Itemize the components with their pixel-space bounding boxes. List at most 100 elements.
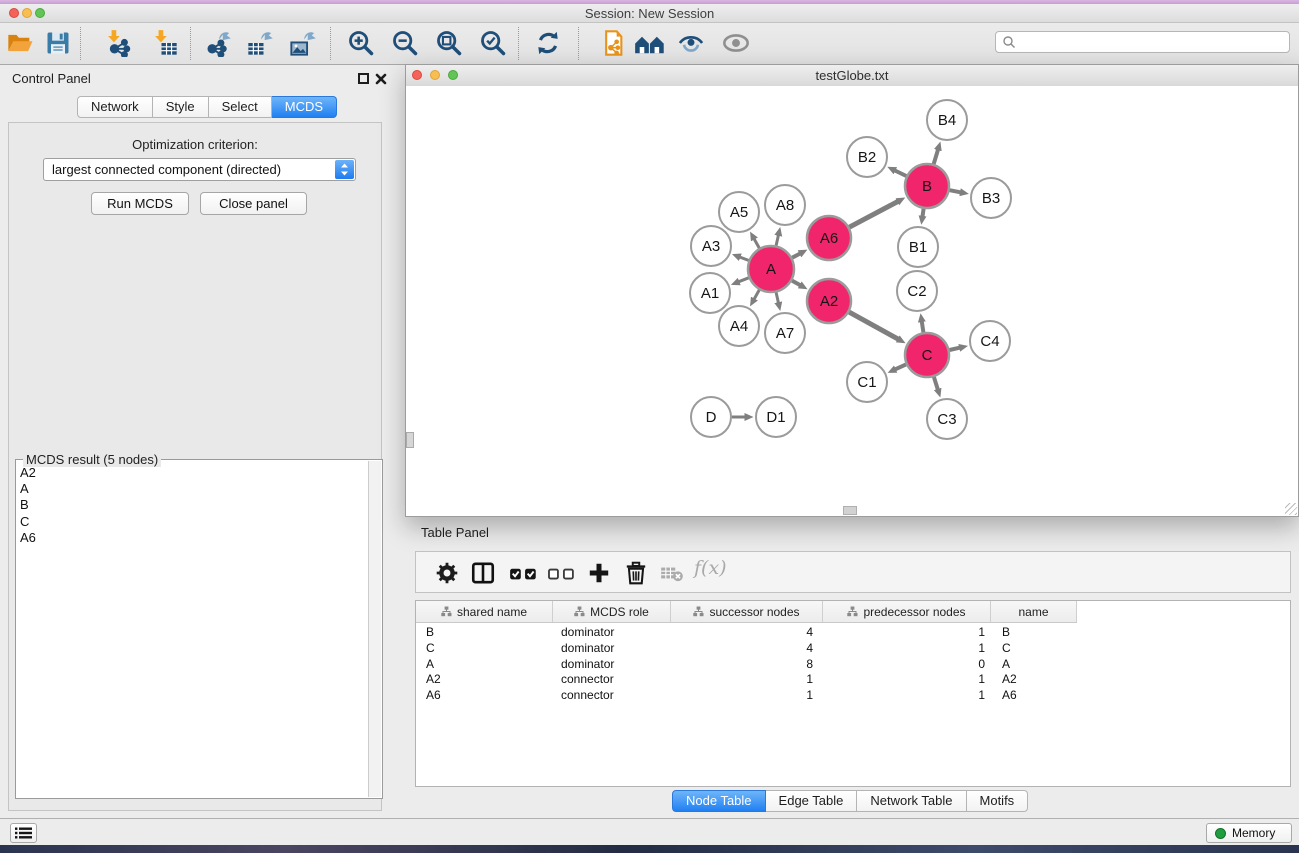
zoom-fit-icon[interactable] — [435, 29, 463, 57]
graph-node-A[interactable]: A — [748, 246, 794, 292]
status-menu-button[interactable] — [10, 823, 37, 843]
result-item[interactable]: A — [20, 481, 366, 497]
graph-node-B[interactable]: B — [905, 164, 949, 208]
graph-node-A1[interactable]: A1 — [690, 273, 730, 313]
graph-node-A7[interactable]: A7 — [765, 313, 805, 353]
graph-node-D[interactable]: D — [691, 397, 731, 437]
tab-select[interactable]: Select — [209, 96, 272, 118]
save-floppy-icon[interactable] — [44, 29, 72, 57]
graph-node-A8[interactable]: A8 — [765, 185, 805, 225]
edge-C-C4[interactable] — [950, 348, 960, 350]
export-network-icon[interactable] — [204, 29, 232, 57]
table-row[interactable]: Bdominator41B — [416, 625, 1290, 641]
edge-C-C3[interactable] — [934, 377, 938, 389]
tab-style[interactable]: Style — [153, 96, 209, 118]
graph-node-C3[interactable]: C3 — [927, 399, 967, 439]
document-network-icon[interactable] — [598, 29, 626, 57]
edge-A-A5[interactable] — [754, 239, 759, 248]
edge-B-B4[interactable] — [934, 150, 938, 164]
edge-B-B1[interactable] — [923, 209, 924, 217]
left-scrollbar-nub[interactable] — [406, 432, 414, 448]
memory-button[interactable]: Memory — [1206, 823, 1292, 843]
export-image-icon[interactable] — [289, 29, 317, 57]
plus-icon[interactable] — [586, 560, 612, 586]
table-row[interactable]: A2connector11A2 — [416, 672, 1290, 688]
edge-A-A2[interactable] — [792, 281, 800, 286]
edge-A-A1[interactable] — [739, 278, 749, 282]
graph-node-C[interactable]: C — [905, 333, 949, 377]
bottom-scrollbar-nub[interactable] — [843, 506, 857, 515]
column-header-name[interactable]: name — [991, 601, 1077, 622]
tab-mcds[interactable]: MCDS — [272, 96, 337, 118]
edge-A2-C[interactable] — [849, 312, 898, 339]
eye-icon[interactable] — [722, 29, 750, 57]
gear-icon[interactable] — [434, 560, 460, 586]
edge-A-A3[interactable] — [740, 257, 749, 260]
edge-A-A8[interactable] — [776, 235, 778, 245]
checked-pair-icon[interactable] — [508, 560, 540, 586]
select-spinner-icon[interactable] — [335, 160, 354, 179]
criterion-select[interactable]: largest connected component (directed) — [43, 158, 356, 181]
tab-motifs[interactable]: Motifs — [967, 790, 1029, 812]
result-item[interactable]: A2 — [20, 465, 366, 481]
graph-node-B3[interactable]: B3 — [971, 178, 1011, 218]
result-scrollbar[interactable] — [368, 461, 381, 797]
graph-node-C2[interactable]: C2 — [897, 271, 937, 311]
edge-B-B2[interactable] — [895, 171, 906, 177]
import-network-icon[interactable] — [104, 29, 132, 57]
toolbar-separator — [578, 27, 579, 60]
graph-node-C1[interactable]: C1 — [847, 362, 887, 402]
result-item[interactable]: C — [20, 514, 366, 530]
edge-A6-B[interactable] — [849, 202, 898, 228]
close-panel-button[interactable]: Close panel — [200, 192, 307, 215]
column-header-predecessor-nodes[interactable]: predecessor nodes — [823, 601, 991, 622]
float-panel-icon[interactable] — [358, 73, 369, 84]
zoom-selected-icon[interactable] — [479, 29, 507, 57]
table-row[interactable]: Adominator80A — [416, 657, 1290, 673]
zoom-in-icon[interactable] — [347, 29, 375, 57]
resize-grip[interactable] — [1285, 503, 1297, 515]
column-header-MCDS-role[interactable]: MCDS role — [553, 601, 671, 622]
table-row[interactable]: Cdominator41C — [416, 641, 1290, 657]
graph-node-A4[interactable]: A4 — [719, 306, 759, 346]
graph-node-B2[interactable]: B2 — [847, 137, 887, 177]
import-table-icon[interactable] — [151, 29, 179, 57]
graph-node-A6[interactable]: A6 — [807, 216, 851, 260]
table-row[interactable]: A6connector11A6 — [416, 688, 1290, 704]
graph-node-B4[interactable]: B4 — [927, 100, 967, 140]
column-header-shared-name[interactable]: shared name — [416, 601, 553, 622]
result-item[interactable]: B — [20, 497, 366, 513]
result-item[interactable]: A6 — [20, 530, 366, 546]
unchecked-pair-icon[interactable] — [546, 560, 578, 586]
eye-wave-icon[interactable] — [677, 29, 705, 57]
edge-A-A7[interactable] — [776, 292, 778, 302]
column-header-successor-nodes[interactable]: successor nodes — [671, 601, 823, 622]
node-label: D1 — [766, 409, 785, 426]
columns-icon[interactable] — [470, 560, 496, 586]
export-table-icon[interactable] — [246, 29, 274, 57]
edge-C-C1[interactable] — [895, 364, 906, 369]
graph-node-B1[interactable]: B1 — [898, 227, 938, 267]
graph-node-A2[interactable]: A2 — [807, 279, 851, 323]
refresh-icon[interactable] — [534, 29, 562, 57]
trash-icon[interactable] — [623, 560, 649, 586]
edge-C-C2[interactable] — [922, 322, 924, 333]
close-panel-icon[interactable] — [375, 73, 387, 85]
edge-A-A6[interactable] — [792, 254, 800, 258]
graph-node-D1[interactable]: D1 — [756, 397, 796, 437]
graph-node-C4[interactable]: C4 — [970, 321, 1010, 361]
network-canvas[interactable]: B4 B2 B B3 A8A5 A6 A3 B1 A A1 C2 A2 A4A7 C4 C C1 D D1 C3 — [406, 86, 1298, 515]
graph-node-A3[interactable]: A3 — [691, 226, 731, 266]
tab-network[interactable]: Network — [77, 96, 153, 118]
houses-icon[interactable] — [634, 29, 666, 57]
edge-B-B3[interactable] — [950, 190, 961, 192]
tab-network-table[interactable]: Network Table — [857, 790, 966, 812]
edge-A-A4[interactable] — [754, 290, 759, 299]
tab-edge-table[interactable]: Edge Table — [766, 790, 858, 812]
graph-node-A5[interactable]: A5 — [719, 192, 759, 232]
open-folder-icon[interactable] — [6, 29, 34, 57]
tab-node-table[interactable]: Node Table — [672, 790, 766, 812]
zoom-out-icon[interactable] — [391, 29, 419, 57]
search-input[interactable] — [995, 31, 1290, 53]
run-mcds-button[interactable]: Run MCDS — [91, 192, 189, 215]
